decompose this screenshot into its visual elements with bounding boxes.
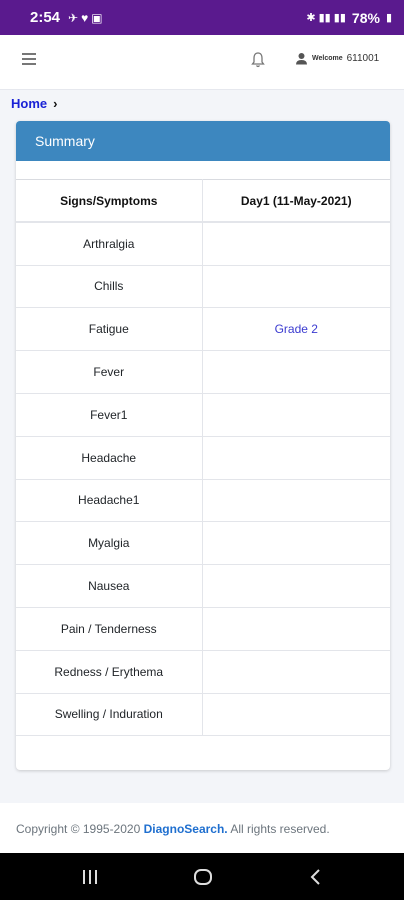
battery-level: 78%	[351, 9, 380, 26]
symptom-cell: Arthralgia	[16, 221, 203, 266]
symptom-cell: Redness / Erythema	[16, 649, 203, 694]
status-time: 2:54	[30, 9, 61, 26]
table-row: Myalgia	[16, 521, 390, 565]
symptom-cell: Fever1	[16, 392, 203, 437]
symptom-cell: Myalgia	[16, 521, 203, 565]
symptom-cell: Nausea	[16, 564, 203, 608]
summary-card: Summary Signs/Symptoms Day1 (11-May-2021…	[16, 121, 390, 770]
copyright-suffix: All rights reserved.	[230, 822, 330, 836]
copyright-prefix: Copyright © 1995-2020	[16, 822, 141, 836]
day1-cell	[202, 350, 390, 394]
table-row: Pain / Tenderness	[16, 606, 390, 651]
day1-cell	[202, 521, 390, 565]
day1-cell	[202, 478, 390, 522]
signal-icons: ✱ ▮▮ ▮▮	[306, 12, 346, 24]
symptom-cell: Headache1	[16, 478, 203, 522]
welcome-label: Welcome	[312, 55, 343, 62]
symptom-cell: Fatigue	[16, 307, 203, 351]
recent-apps-icon[interactable]	[80, 867, 100, 887]
table-row: Headache	[16, 435, 390, 480]
column-header-day1: Day1 (11-May-2021)	[202, 179, 390, 224]
day1-cell	[202, 564, 390, 608]
table-row: Fever	[16, 350, 390, 394]
table-row: Fever1	[16, 392, 390, 437]
user-id: 611001	[346, 53, 380, 64]
menu-icon[interactable]	[22, 53, 36, 65]
column-header-symptoms: Signs/Symptoms	[16, 179, 203, 224]
notification-icons: ✈♥▣	[68, 10, 106, 25]
table-row: Headache1	[16, 478, 390, 522]
symptom-cell: Headache	[16, 435, 203, 480]
day1-cell	[202, 692, 390, 737]
breadcrumb-home-link[interactable]: Home	[11, 96, 47, 111]
breadcrumb: Home ›	[11, 96, 57, 111]
battery-icon: ▮	[385, 12, 392, 24]
table-header-row: Signs/Symptoms Day1 (11-May-2021)	[16, 179, 390, 224]
top-navbar: Welcome 611001	[0, 35, 404, 90]
user-icon	[296, 53, 307, 65]
android-nav-bar	[0, 853, 404, 900]
symptom-cell: Pain / Tenderness	[16, 606, 203, 651]
table-row: Arthralgia	[16, 221, 390, 266]
day1-cell	[202, 392, 390, 437]
footer: Copyright © 1995-2020 DiagnoSearch. All …	[0, 803, 404, 853]
day1-cell: Grade 2	[202, 307, 390, 351]
table-row: Chills	[16, 264, 390, 308]
day1-cell	[202, 649, 390, 694]
back-nav-icon[interactable]	[306, 867, 326, 887]
day1-cell	[202, 435, 390, 480]
symptom-cell: Chills	[16, 264, 203, 308]
symptom-cell: Swelling / Induration	[16, 692, 203, 737]
status-right: ✱ ▮▮ ▮▮ 78% ▮	[306, 10, 392, 26]
home-nav-icon[interactable]	[193, 867, 213, 887]
symptoms-table: Signs/Symptoms Day1 (11-May-2021) Arthra…	[16, 179, 390, 737]
status-bar: 2:54 ✈♥▣ ✱ ▮▮ ▮▮ 78% ▮	[0, 0, 404, 35]
day1-cell	[202, 606, 390, 651]
table-row: Swelling / Induration	[16, 692, 390, 737]
grade-link[interactable]: Grade 2	[275, 322, 318, 336]
day1-cell	[202, 264, 390, 308]
bell-icon[interactable]	[250, 51, 266, 69]
user-menu[interactable]: Welcome 611001	[295, 52, 379, 65]
day1-cell	[202, 221, 390, 266]
symptom-cell: Fever	[16, 350, 203, 394]
table-row: Fatigue Grade 2	[16, 307, 390, 351]
table-row: Redness / Erythema	[16, 649, 390, 694]
chevron-right-icon: ›	[53, 96, 58, 111]
table-row: Nausea	[16, 564, 390, 608]
brand-link[interactable]: DiagnoSearch.	[144, 822, 228, 836]
card-title: Summary	[16, 121, 390, 161]
